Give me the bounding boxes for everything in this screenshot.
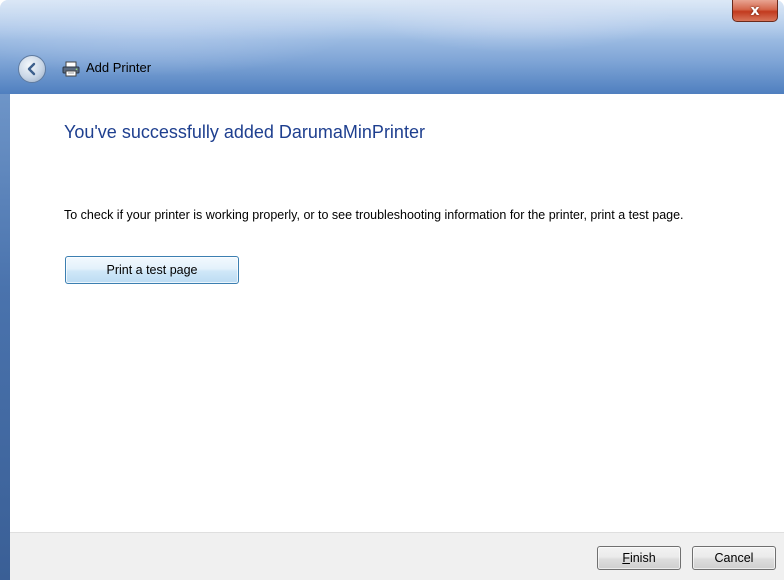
finish-button[interactable]: Finish [597, 546, 681, 570]
title-bar[interactable]: x Add Printer [0, 0, 784, 94]
cancel-button[interactable]: Cancel [692, 546, 776, 570]
window-left-frame [0, 94, 10, 580]
wizard-footer: Finish Cancel [10, 532, 784, 580]
back-arrow-icon [27, 62, 36, 76]
page-title: You've successfully added DarumaMinPrint… [64, 122, 425, 142]
window-title: Add Printer [86, 60, 152, 75]
back-button[interactable] [18, 55, 46, 83]
printer-icon [62, 61, 80, 77]
close-icon: x [750, 2, 760, 19]
finish-accelerator: F [622, 551, 630, 565]
close-button[interactable]: x [732, 0, 778, 22]
finish-label: inish [629, 551, 656, 565]
add-printer-window: x Add Printer You've successfully added … [0, 0, 784, 580]
instructions-text: To check if your printer is working prop… [64, 208, 684, 222]
print-test-page-button[interactable]: Print a test page [65, 256, 239, 284]
wizard-content: You've successfully added DarumaMinPrint… [10, 94, 784, 532]
